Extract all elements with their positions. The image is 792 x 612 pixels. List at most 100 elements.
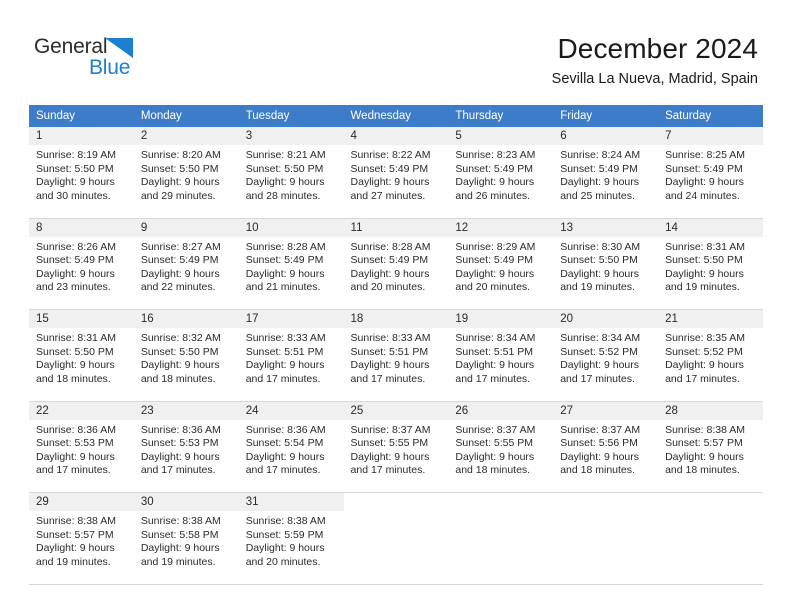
daylight-text-cont: and 25 minutes. bbox=[560, 189, 635, 202]
daylight-text-cont: and 18 minutes. bbox=[560, 464, 635, 477]
week-1-details: Sunrise: 8:19 AM Sunset: 5:50 PM Dayligh… bbox=[29, 145, 763, 214]
day-number[interactable]: 3 bbox=[238, 127, 344, 145]
day-number[interactable]: 18 bbox=[343, 309, 449, 328]
day-cell[interactable]: Sunrise: 8:38 AM Sunset: 5:58 PM Dayligh… bbox=[133, 511, 239, 580]
daylight-text: Daylight: 9 hours bbox=[350, 359, 430, 372]
day-number[interactable]: 1 bbox=[29, 127, 134, 145]
day-cell[interactable]: Sunrise: 8:19 AM Sunset: 5:50 PM Dayligh… bbox=[29, 145, 134, 214]
general-blue-logo: General Blue bbox=[34, 36, 234, 82]
daylight-text: Daylight: 9 hours bbox=[245, 176, 325, 189]
daylight-text: Daylight: 9 hours bbox=[245, 359, 325, 372]
day-number[interactable]: 23 bbox=[133, 401, 239, 420]
day-number[interactable]: 27 bbox=[553, 401, 659, 420]
day-cell-empty bbox=[343, 511, 449, 580]
day-cell[interactable]: Sunrise: 8:37 AM Sunset: 5:55 PM Dayligh… bbox=[343, 419, 449, 489]
day-number[interactable]: 19 bbox=[448, 309, 554, 328]
day-cell[interactable]: Sunrise: 8:27 AM Sunset: 5:49 PM Dayligh… bbox=[133, 236, 239, 306]
day-cell[interactable]: Sunrise: 8:32 AM Sunset: 5:50 PM Dayligh… bbox=[133, 328, 239, 397]
day-number[interactable]: 2 bbox=[133, 127, 239, 145]
sunset-text: Sunset: 5:49 PM bbox=[140, 254, 219, 267]
day-number[interactable]: 26 bbox=[448, 401, 554, 420]
day-number[interactable]: 20 bbox=[553, 309, 659, 328]
day-number[interactable]: 22 bbox=[29, 401, 134, 420]
sunset-text: Sunset: 5:50 PM bbox=[36, 162, 114, 175]
daylight-text: Daylight: 9 hours bbox=[140, 267, 220, 280]
day-cell[interactable]: Sunrise: 8:38 AM Sunset: 5:57 PM Dayligh… bbox=[658, 419, 763, 489]
day-number[interactable]: 7 bbox=[658, 127, 763, 145]
daylight-text: Daylight: 9 hours bbox=[36, 450, 115, 463]
daylight-text-cont: and 23 minutes. bbox=[36, 281, 111, 294]
daylight-text-cont: and 22 minutes. bbox=[140, 281, 216, 294]
day-cell[interactable]: Sunrise: 8:33 AM Sunset: 5:51 PM Dayligh… bbox=[238, 328, 344, 397]
day-cell[interactable]: Sunrise: 8:34 AM Sunset: 5:51 PM Dayligh… bbox=[448, 328, 554, 397]
day-number[interactable]: 21 bbox=[658, 309, 763, 328]
sunrise-text: Sunrise: 8:19 AM bbox=[36, 149, 116, 161]
daylight-text: Daylight: 9 hours bbox=[665, 359, 744, 372]
day-cell[interactable]: Sunrise: 8:37 AM Sunset: 5:56 PM Dayligh… bbox=[553, 419, 659, 489]
day-number[interactable]: 15 bbox=[29, 309, 134, 328]
day-number[interactable]: 8 bbox=[29, 218, 134, 237]
day-cell[interactable]: Sunrise: 8:29 AM Sunset: 5:49 PM Dayligh… bbox=[448, 236, 554, 306]
day-cell[interactable]: Sunrise: 8:30 AM Sunset: 5:50 PM Dayligh… bbox=[553, 236, 659, 306]
day-number[interactable]: 24 bbox=[238, 401, 344, 420]
day-cell[interactable]: Sunrise: 8:38 AM Sunset: 5:59 PM Dayligh… bbox=[238, 511, 344, 580]
day-number[interactable]: 28 bbox=[658, 401, 763, 420]
day-number-empty bbox=[448, 492, 554, 511]
week-3-daynumbers: 15 16 17 18 19 20 21 bbox=[29, 309, 763, 328]
daylight-text-cont: and 29 minutes. bbox=[140, 189, 216, 202]
sunset-text: Sunset: 5:49 PM bbox=[36, 254, 114, 267]
day-cell[interactable]: Sunrise: 8:23 AM Sunset: 5:49 PM Dayligh… bbox=[448, 145, 554, 214]
day-number[interactable]: 9 bbox=[133, 218, 239, 237]
day-cell[interactable]: Sunrise: 8:28 AM Sunset: 5:49 PM Dayligh… bbox=[343, 236, 449, 306]
day-number[interactable]: 11 bbox=[343, 218, 449, 237]
sunrise-text: Sunrise: 8:31 AM bbox=[36, 332, 116, 344]
sunset-text: Sunset: 5:58 PM bbox=[140, 528, 219, 541]
day-cell[interactable]: Sunrise: 8:33 AM Sunset: 5:51 PM Dayligh… bbox=[343, 328, 449, 397]
sunset-text: Sunset: 5:51 PM bbox=[350, 345, 429, 358]
day-number[interactable]: 16 bbox=[133, 309, 239, 328]
sunrise-text: Sunrise: 8:36 AM bbox=[245, 423, 326, 436]
day-cell[interactable]: Sunrise: 8:36 AM Sunset: 5:53 PM Dayligh… bbox=[29, 419, 134, 489]
day-number[interactable]: 25 bbox=[343, 401, 449, 420]
day-cell[interactable]: Sunrise: 8:25 AM Sunset: 5:49 PM Dayligh… bbox=[658, 145, 763, 214]
day-number[interactable]: 17 bbox=[238, 309, 344, 328]
daylight-text-cont: and 19 minutes. bbox=[665, 281, 740, 294]
sunset-text: Sunset: 5:53 PM bbox=[140, 437, 219, 450]
week-separator bbox=[29, 580, 763, 585]
sunset-text: Sunset: 5:53 PM bbox=[36, 437, 114, 450]
sunset-text: Sunset: 5:49 PM bbox=[350, 162, 429, 175]
day-cell[interactable]: Sunrise: 8:26 AM Sunset: 5:49 PM Dayligh… bbox=[29, 236, 134, 306]
day-cell[interactable]: Sunrise: 8:36 AM Sunset: 5:53 PM Dayligh… bbox=[133, 419, 239, 489]
sunset-text: Sunset: 5:59 PM bbox=[245, 528, 324, 541]
daylight-text-cont: and 18 minutes. bbox=[455, 464, 531, 477]
day-number[interactable]: 6 bbox=[553, 127, 659, 145]
day-cell[interactable]: Sunrise: 8:22 AM Sunset: 5:49 PM Dayligh… bbox=[343, 145, 449, 214]
day-cell[interactable]: Sunrise: 8:28 AM Sunset: 5:49 PM Dayligh… bbox=[238, 236, 344, 306]
day-number[interactable]: 29 bbox=[29, 492, 134, 511]
day-cell[interactable]: Sunrise: 8:20 AM Sunset: 5:50 PM Dayligh… bbox=[133, 145, 239, 214]
day-number[interactable]: 13 bbox=[553, 218, 659, 237]
sunset-text: Sunset: 5:52 PM bbox=[560, 345, 638, 358]
day-cell[interactable]: Sunrise: 8:38 AM Sunset: 5:57 PM Dayligh… bbox=[29, 511, 134, 580]
day-cell[interactable]: Sunrise: 8:36 AM Sunset: 5:54 PM Dayligh… bbox=[238, 419, 344, 489]
daylight-text-cont: and 18 minutes. bbox=[36, 372, 111, 385]
day-number[interactable]: 4 bbox=[343, 127, 449, 145]
day-number[interactable]: 10 bbox=[238, 218, 344, 237]
sunset-text: Sunset: 5:50 PM bbox=[665, 254, 743, 267]
day-number[interactable]: 12 bbox=[448, 218, 554, 237]
daylight-text: Daylight: 9 hours bbox=[665, 450, 744, 463]
day-number[interactable]: 31 bbox=[238, 492, 344, 511]
day-cell[interactable]: Sunrise: 8:35 AM Sunset: 5:52 PM Dayligh… bbox=[658, 328, 763, 397]
day-cell[interactable]: Sunrise: 8:31 AM Sunset: 5:50 PM Dayligh… bbox=[29, 328, 134, 397]
day-number[interactable]: 14 bbox=[658, 218, 763, 237]
day-cell[interactable]: Sunrise: 8:37 AM Sunset: 5:55 PM Dayligh… bbox=[448, 419, 554, 489]
day-cell[interactable]: Sunrise: 8:21 AM Sunset: 5:50 PM Dayligh… bbox=[238, 145, 344, 214]
day-cell[interactable]: Sunrise: 8:24 AM Sunset: 5:49 PM Dayligh… bbox=[553, 145, 659, 214]
day-cell[interactable]: Sunrise: 8:31 AM Sunset: 5:50 PM Dayligh… bbox=[658, 236, 763, 306]
week-2-details: Sunrise: 8:26 AM Sunset: 5:49 PM Dayligh… bbox=[29, 236, 763, 306]
day-number[interactable]: 5 bbox=[448, 127, 554, 145]
daylight-text: Daylight: 9 hours bbox=[455, 176, 535, 189]
day-number[interactable]: 30 bbox=[133, 492, 239, 511]
day-cell[interactable]: Sunrise: 8:34 AM Sunset: 5:52 PM Dayligh… bbox=[553, 328, 659, 397]
weekday-header-monday: Monday bbox=[133, 105, 239, 127]
